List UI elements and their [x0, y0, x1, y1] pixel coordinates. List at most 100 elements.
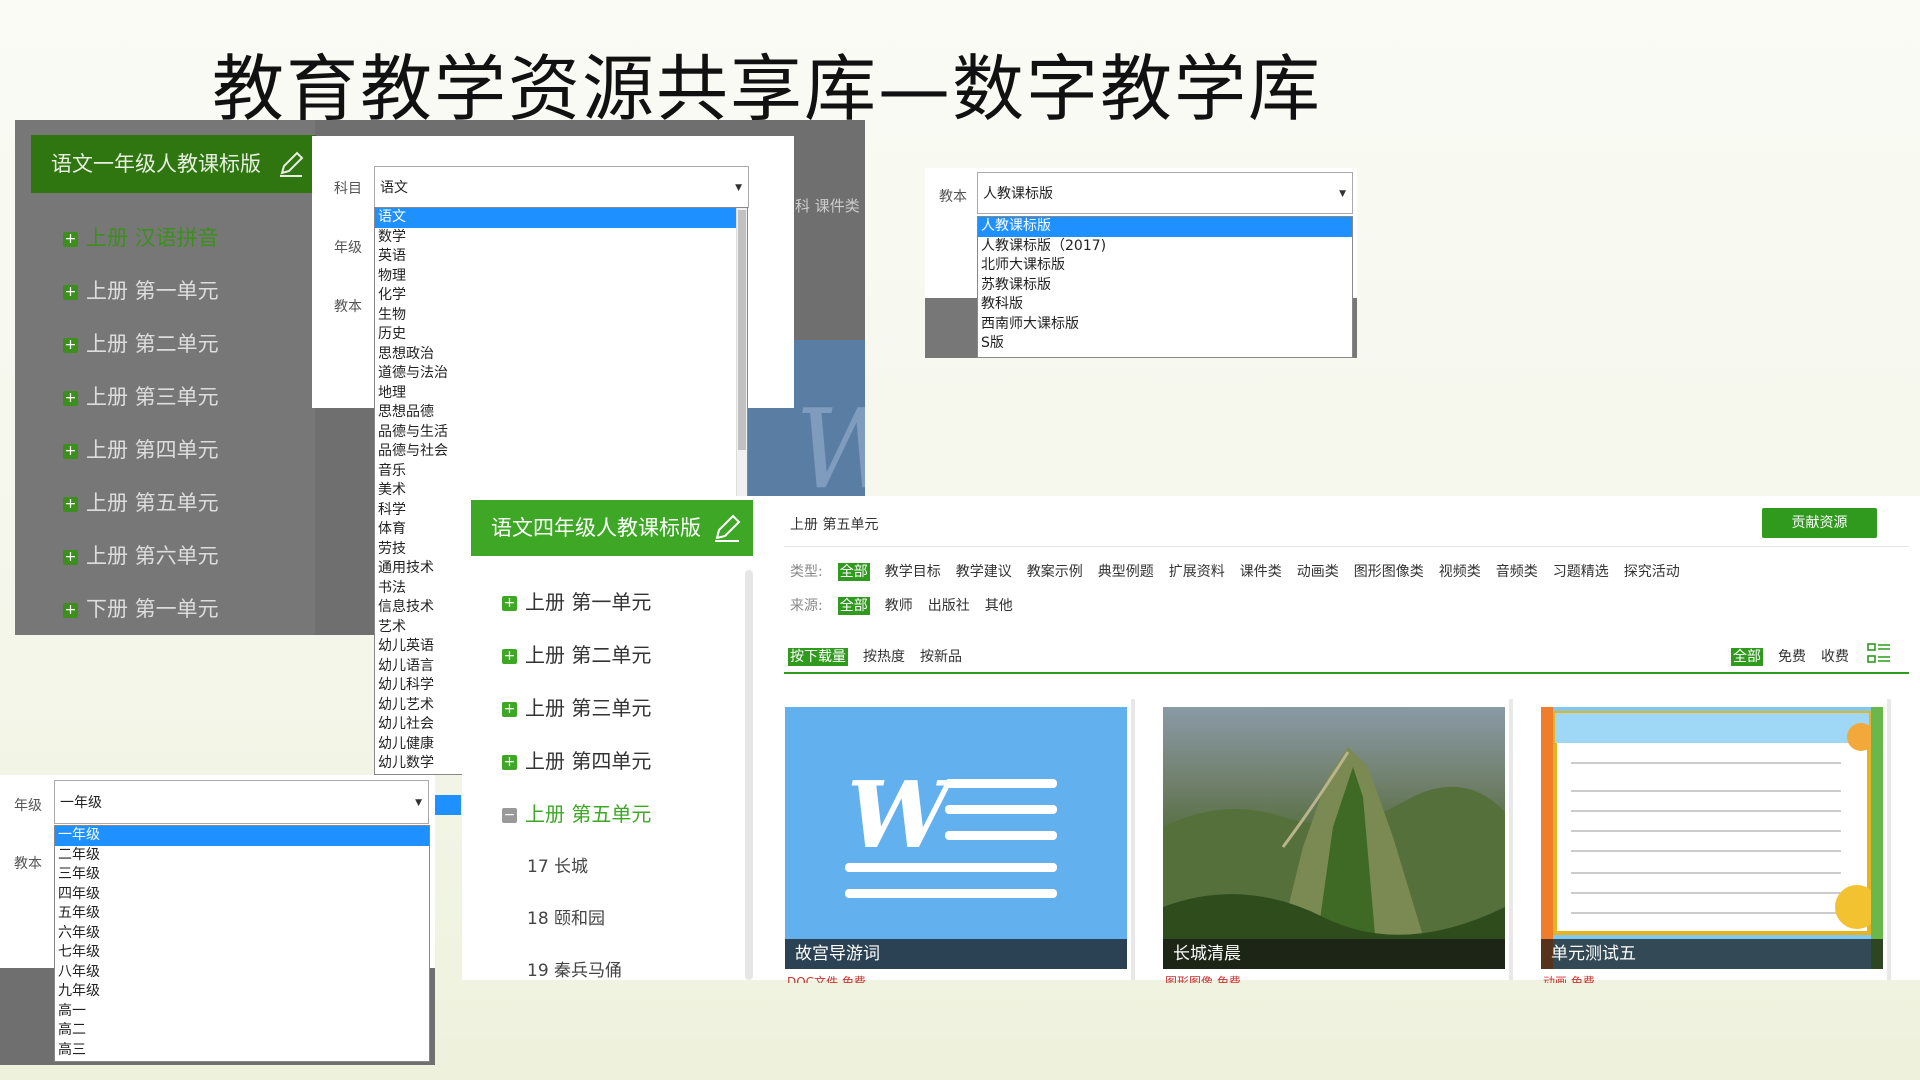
expand-icon: +	[63, 231, 78, 247]
price-filter-option[interactable]: 收费	[1821, 649, 1849, 665]
unit-item-active[interactable]: − 上册 第五单元	[502, 798, 651, 827]
dropdown-option[interactable]: 四年级	[55, 885, 429, 905]
dropdown-option[interactable]: 品德与社会	[375, 442, 747, 462]
dropdown-option[interactable]: 数学	[375, 228, 747, 248]
type-filter-option[interactable]: 全部	[837, 563, 870, 581]
type-filter-option[interactable]: 典型例题	[1098, 564, 1154, 580]
tree-item[interactable]: + 上册 第四单元	[63, 434, 219, 464]
type-filter-option[interactable]: 音频类	[1496, 564, 1538, 580]
sort-option[interactable]: 按热度	[863, 649, 905, 665]
unit-item[interactable]: + 上册 第一单元	[502, 586, 651, 615]
contribute-button[interactable]: 贡献资源	[1762, 508, 1877, 538]
type-filter-option[interactable]: 图形图像类	[1354, 564, 1424, 580]
tree-item[interactable]: + 上册 第二单元	[63, 328, 219, 358]
edit-icon[interactable]	[711, 512, 743, 544]
source-filter-option[interactable]: 教师	[885, 598, 913, 614]
dropdown-option[interactable]: 英语	[375, 247, 747, 267]
dropdown-option[interactable]: 一年级	[55, 826, 429, 846]
type-filter-option[interactable]: 探究活动	[1624, 564, 1680, 580]
sidebar-header[interactable]: 语文四年级人教课标版	[471, 500, 753, 556]
dropdown-option[interactable]: 生物	[375, 306, 747, 326]
source-filter-option[interactable]: 出版社	[928, 598, 970, 614]
grade-dropdown[interactable]: 一年级 二年级 三年级 四年级 五年级 六年级 七年级 八年级 九年级 高一 高二 高三	[54, 825, 430, 1062]
dropdown-option[interactable]: 音乐	[375, 462, 747, 482]
dropdown-option[interactable]: 五年级	[55, 904, 429, 924]
dropdown-option[interactable]: 人教课标版	[978, 217, 1352, 237]
textbook-select[interactable]: 人教课标版 ▼	[977, 172, 1353, 214]
grade-select[interactable]: 一年级 ▼	[54, 780, 429, 824]
dropdown-option[interactable]: 七年级	[55, 943, 429, 963]
dropdown-option[interactable]: 教科版	[978, 295, 1352, 315]
sort-option[interactable]: 按下载量	[788, 648, 848, 666]
source-filter-option[interactable]: 全部	[837, 597, 870, 615]
sidebar-header[interactable]: 语文一年级人教课标版	[31, 135, 316, 193]
dropdown-option[interactable]: 思想品德	[375, 403, 747, 423]
list-view-icon[interactable]	[1867, 642, 1891, 666]
dropdown-option[interactable]: 高三	[55, 1041, 429, 1061]
lesson-item[interactable]: 17 长城	[527, 852, 588, 877]
card-title: 故宫导游词	[785, 939, 1127, 969]
expand-icon: +	[502, 701, 517, 717]
type-filter-option[interactable]: 扩展资料	[1169, 564, 1225, 580]
dropdown-option[interactable]: 历史	[375, 325, 747, 345]
breadcrumb: 上册 第五单元	[790, 517, 879, 533]
type-filter-option[interactable]: 课件类	[1240, 564, 1282, 580]
price-filter-option[interactable]: 免费	[1778, 649, 1806, 665]
dropdown-option[interactable]: 西南师大课标版	[978, 315, 1352, 335]
type-filter-option[interactable]: 教案示例	[1027, 564, 1083, 580]
textbook-dropdown[interactable]: 人教课标版 人教课标版（2017) 北师大课标版 苏教课标版 教科版 西南师大课标版 S版	[977, 216, 1353, 358]
expand-icon: +	[63, 602, 78, 618]
subject-select[interactable]: 语文 ▼	[374, 166, 749, 208]
subject-label: 科目	[334, 181, 362, 197]
tree-item[interactable]: + 上册 第三单元	[63, 381, 219, 411]
dropdown-option[interactable]: 化学	[375, 286, 747, 306]
dropdown-option[interactable]: 苏教课标版	[978, 276, 1352, 296]
price-filter-option[interactable]: 全部	[1731, 648, 1763, 666]
dropdown-option[interactable]: 三年级	[55, 865, 429, 885]
dropdown-option[interactable]: 六年级	[55, 924, 429, 944]
expand-icon: +	[63, 390, 78, 406]
dropdown-option[interactable]: 八年级	[55, 963, 429, 983]
source-filter-option[interactable]: 其他	[985, 598, 1013, 614]
scrollbar[interactable]	[745, 570, 753, 980]
dropdown-option[interactable]: 语文	[375, 208, 747, 228]
tree-item[interactable]: + 下册 第一单元	[63, 593, 219, 623]
unit-item[interactable]: + 上册 第三单元	[502, 692, 651, 721]
type-filter-option[interactable]: 习题精选	[1553, 564, 1609, 580]
sort-option[interactable]: 按新品	[920, 649, 962, 665]
dropdown-option[interactable]: 二年级	[55, 846, 429, 866]
tree-item[interactable]: + 上册 第六单元	[63, 540, 219, 570]
card-title: 长城清晨	[1163, 939, 1505, 969]
dropdown-option[interactable]: 高二	[55, 1021, 429, 1041]
dropdown-option[interactable]: S版	[978, 334, 1352, 354]
type-filter: 类型: 全部 教学目标 教学建议 教案示例 典型例题 扩展资料 课件类 动画类 图形图像类 视频类音…	[790, 561, 1710, 581]
lesson-item[interactable]: 18 颐和园	[527, 904, 605, 929]
dropdown-option[interactable]: 人教课标版（2017)	[978, 237, 1352, 257]
tree-item[interactable]: + 上册 第一单元	[63, 275, 219, 305]
dropdown-option[interactable]: 北师大课标版	[978, 256, 1352, 276]
type-filter-option[interactable]: 动画类	[1297, 564, 1339, 580]
tree-item[interactable]: + 上册 汉语拼音	[63, 222, 219, 252]
dropdown-option[interactable]: 物理	[375, 267, 747, 287]
dropdown-option[interactable]: 品德与生活	[375, 423, 747, 443]
resource-card[interactable]: 长城清晨 图形图像 免费	[1155, 699, 1513, 983]
lesson-item[interactable]: 19 秦兵马俑	[527, 956, 622, 981]
type-filter-option[interactable]: 教学建议	[956, 564, 1012, 580]
type-filter-option[interactable]: 教学目标	[885, 564, 941, 580]
dropdown-option[interactable]: 思想政治	[375, 345, 747, 365]
subject-value: 语文	[380, 180, 408, 196]
dropdown-option[interactable]: 九年级	[55, 982, 429, 1002]
svg-text:W: W	[847, 761, 958, 869]
scrollbar-thumb[interactable]	[738, 210, 746, 450]
edit-icon[interactable]	[276, 149, 306, 179]
dropdown-option[interactable]: 道德与法治	[375, 364, 747, 384]
resource-card[interactable]: W 故宫导游词 DOC文件 免费	[777, 699, 1135, 983]
unit-item[interactable]: + 上册 第四单元	[502, 745, 651, 774]
tree-item[interactable]: + 上册 第五单元	[63, 487, 219, 517]
dropdown-option[interactable]: 高一	[55, 1002, 429, 1022]
type-filter-option[interactable]: 视频类	[1439, 564, 1481, 580]
unit-item[interactable]: + 上册 第二单元	[502, 639, 651, 668]
resource-card[interactable]: 单元测试五 动画 免费	[1533, 699, 1891, 983]
sidebar-header-label: 语文四年级人教课标版	[491, 516, 701, 540]
dropdown-option[interactable]: 地理	[375, 384, 747, 404]
